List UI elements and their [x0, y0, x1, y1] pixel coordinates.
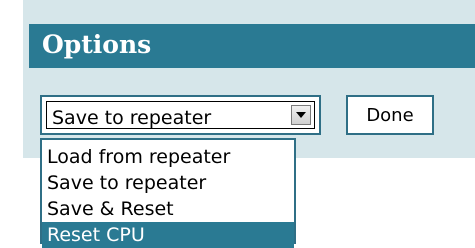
action-dropdown-list[interactable]: Load from repeater Save to repeater Save… — [40, 138, 296, 248]
chevron-down-icon[interactable] — [291, 105, 311, 125]
option-reset-cpu[interactable]: Reset CPU — [42, 222, 294, 248]
option-save-to-repeater[interactable]: Save to repeater — [42, 170, 294, 196]
option-save-and-reset[interactable]: Save & Reset — [42, 196, 294, 222]
option-load-from-repeater[interactable]: Load from repeater — [42, 144, 294, 170]
select-box[interactable]: Save to repeater — [46, 101, 315, 129]
done-button-label: Done — [366, 105, 414, 126]
select-value: Save to repeater — [52, 107, 212, 129]
done-button[interactable]: Done — [346, 95, 434, 135]
options-header: Options — [29, 24, 475, 68]
action-select[interactable]: Save to repeater — [40, 95, 321, 135]
page-title: Options — [42, 30, 152, 59]
